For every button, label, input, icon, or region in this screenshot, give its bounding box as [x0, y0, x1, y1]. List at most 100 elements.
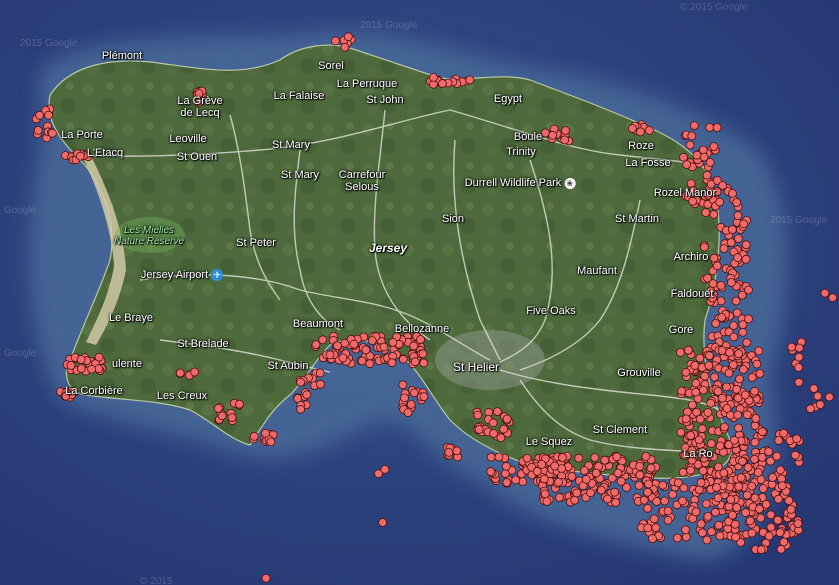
incident-marker[interactable]: [756, 545, 766, 555]
incident-marker[interactable]: [742, 338, 752, 348]
incident-marker[interactable]: [696, 478, 706, 488]
incident-marker[interactable]: [388, 337, 398, 347]
incident-marker[interactable]: [711, 319, 721, 328]
incident-marker[interactable]: [643, 487, 652, 497]
incident-marker[interactable]: [706, 398, 715, 408]
incident-marker[interactable]: [489, 429, 499, 438]
incident-marker[interactable]: [712, 123, 722, 132]
incident-marker[interactable]: [235, 399, 244, 409]
incident-marker[interactable]: [494, 452, 504, 462]
incident-marker[interactable]: [501, 461, 511, 471]
incident-marker[interactable]: [691, 387, 701, 397]
incident-marker[interactable]: [779, 428, 789, 438]
incident-marker[interactable]: [486, 467, 496, 477]
incident-marker[interactable]: [646, 463, 656, 473]
incident-marker[interactable]: [502, 478, 512, 487]
incident-marker[interactable]: [772, 451, 782, 461]
incident-marker[interactable]: [733, 393, 743, 403]
incident-marker[interactable]: [766, 522, 776, 532]
place-label-maufant[interactable]: Maufant: [577, 265, 617, 277]
incident-marker[interactable]: [496, 433, 506, 443]
incident-marker[interactable]: [698, 385, 708, 395]
incident-marker[interactable]: [554, 477, 563, 487]
incident-marker[interactable]: [691, 507, 701, 517]
incident-marker[interactable]: [738, 320, 748, 330]
incident-marker[interactable]: [806, 404, 815, 414]
incident-marker[interactable]: [793, 519, 803, 528]
incident-marker[interactable]: [668, 489, 678, 499]
incident-marker[interactable]: [755, 369, 765, 378]
incident-marker[interactable]: [708, 279, 718, 289]
place-label-st-clement[interactable]: St Clement: [593, 424, 647, 436]
incident-marker[interactable]: [539, 474, 549, 484]
place-label-la-corbiere[interactable]: La Corbière: [65, 385, 122, 397]
incident-marker[interactable]: [340, 42, 350, 52]
incident-marker[interactable]: [739, 219, 749, 229]
incident-marker[interactable]: [560, 135, 570, 145]
incident-marker[interactable]: [715, 197, 725, 207]
incident-marker[interactable]: [612, 452, 622, 462]
incident-marker[interactable]: [398, 380, 408, 390]
place-label-rozel-manor[interactable]: Rozel Manor: [654, 187, 716, 199]
incident-marker[interactable]: [709, 210, 719, 219]
incident-marker[interactable]: [474, 424, 484, 434]
place-label-la-falaise[interactable]: La Falaise: [274, 90, 325, 102]
incident-marker[interactable]: [643, 523, 653, 533]
incident-marker[interactable]: [697, 424, 707, 434]
incident-marker[interactable]: [380, 464, 390, 474]
incident-marker[interactable]: [702, 170, 712, 180]
place-label-le-braye[interactable]: Le Braye: [109, 312, 153, 324]
incident-marker[interactable]: [775, 528, 785, 537]
incident-marker[interactable]: [717, 312, 727, 322]
incident-marker[interactable]: [48, 128, 57, 138]
incident-marker[interactable]: [403, 408, 413, 418]
incident-marker[interactable]: [719, 468, 729, 478]
incident-marker[interactable]: [717, 346, 727, 356]
incident-marker[interactable]: [704, 361, 714, 370]
incident-marker[interactable]: [511, 475, 521, 485]
incident-marker[interactable]: [732, 198, 742, 207]
place-label-beaumont[interactable]: Beaumont: [293, 318, 343, 330]
incident-marker[interactable]: [542, 496, 552, 506]
incident-marker[interactable]: [522, 453, 532, 463]
incident-marker[interactable]: [705, 157, 715, 167]
incident-marker[interactable]: [302, 390, 312, 400]
incident-marker[interactable]: [387, 358, 397, 368]
incident-marker[interactable]: [734, 234, 743, 244]
incident-marker[interactable]: [409, 341, 419, 351]
incident-marker[interactable]: [590, 453, 600, 463]
incident-marker[interactable]: [790, 450, 800, 460]
incident-marker[interactable]: [687, 131, 697, 141]
incident-marker[interactable]: [707, 527, 716, 537]
incident-marker[interactable]: [681, 414, 691, 424]
incident-marker[interactable]: [586, 488, 595, 498]
incident-marker[interactable]: [398, 354, 408, 364]
place-label-durrell[interactable]: Durrell Wildlife Park ❀: [465, 177, 576, 189]
incident-marker[interactable]: [35, 110, 44, 120]
incident-marker[interactable]: [742, 490, 752, 500]
incident-marker[interactable]: [330, 36, 340, 46]
incident-marker[interactable]: [500, 469, 510, 479]
incident-marker[interactable]: [296, 377, 306, 387]
place-label-archirondel[interactable]: Archiro: [674, 251, 709, 263]
incident-marker[interactable]: [752, 359, 762, 369]
incident-marker[interactable]: [465, 75, 475, 85]
incident-marker[interactable]: [757, 452, 767, 462]
place-label-sorel[interactable]: Sorel: [318, 60, 344, 72]
incident-marker[interactable]: [570, 495, 580, 505]
incident-marker[interactable]: [316, 379, 325, 389]
incident-marker[interactable]: [648, 534, 657, 544]
incident-marker[interactable]: [710, 372, 719, 382]
incident-marker[interactable]: [764, 531, 774, 541]
incident-marker[interactable]: [76, 355, 86, 365]
incident-marker[interactable]: [792, 434, 802, 444]
incident-marker[interactable]: [540, 489, 550, 499]
incident-marker[interactable]: [722, 403, 732, 413]
incident-marker[interactable]: [700, 242, 709, 252]
incident-marker[interactable]: [784, 496, 794, 506]
incident-marker[interactable]: [732, 503, 742, 512]
incident-marker[interactable]: [755, 504, 764, 514]
incident-marker[interactable]: [325, 350, 335, 360]
place-label-leoville[interactable]: Leoville: [169, 133, 206, 145]
incident-marker[interactable]: [809, 384, 819, 394]
